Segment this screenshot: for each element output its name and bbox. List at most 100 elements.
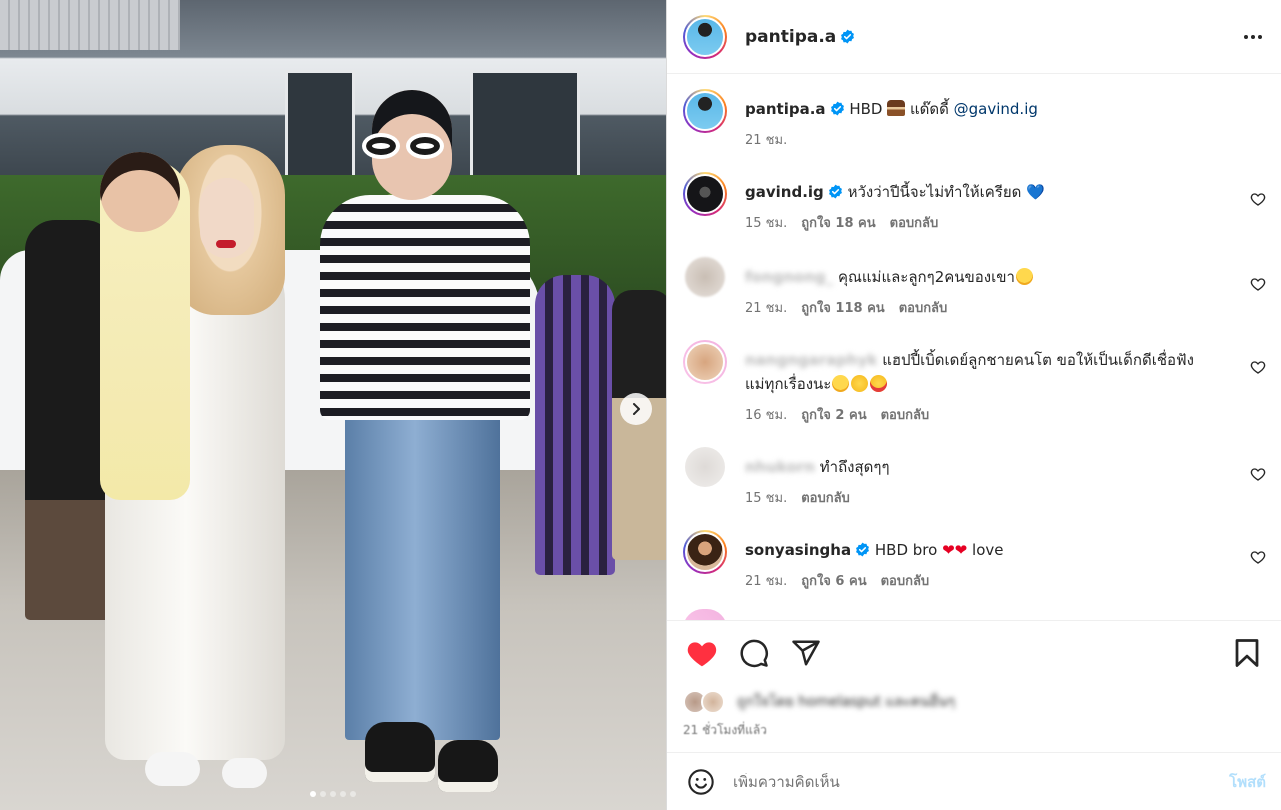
verified-badge-icon (856, 542, 870, 557)
save-button[interactable] (1228, 634, 1266, 672)
comment-text: คุณแม่และลูกๆ2คนของเขา (837, 268, 1015, 286)
comment-text: HBD bro (874, 541, 938, 559)
slipper (222, 758, 267, 788)
comment-item: fongnong_ คุณแม่และลูกๆ2คนของเขา 21 ชม. … (683, 257, 1266, 318)
caption: pantipa.a HBD แด๊ดดี้ @gavind.ig 21 ชม. (683, 89, 1266, 150)
comment-text: แฮปปี้เบิ้ดเดย์ลูกชายคนโต ขอให้เป็นเด็กด… (882, 351, 1194, 369)
liker-avatars (683, 690, 733, 714)
post-actions: ถูกใจโดย homelasput และคนอื่นๆ 21 ชั่วโม… (667, 620, 1281, 740)
laughing-emoji-icon (1015, 268, 1033, 285)
comment-username[interactable]: nhukorn (745, 458, 815, 476)
bg-window (470, 70, 580, 180)
likes-summary-text: ถูกใจโดย homelasput และคนอื่นๆ (737, 694, 955, 710)
heart-outline-icon[interactable] (1250, 276, 1266, 292)
more-options-button[interactable] (1241, 25, 1265, 49)
post-timestamp[interactable]: 21 ชั่วโมงที่แล้ว (683, 721, 1266, 740)
reply-button[interactable]: ตอบกลับ (801, 487, 850, 508)
author-avatar[interactable] (683, 14, 727, 59)
child-head (100, 152, 180, 232)
verified-badge-icon (830, 101, 844, 116)
comment-input[interactable] (733, 772, 1230, 791)
author-avatar[interactable] (683, 89, 727, 133)
comment-likes-count[interactable]: ถูกใจ 118 คน (801, 297, 884, 318)
caption-username[interactable]: pantipa.a (745, 100, 826, 118)
comment-time[interactable]: 15 ชม. (745, 212, 787, 233)
heart-eyes-emoji-icon (870, 375, 888, 392)
smiley-icon (688, 768, 714, 795)
carousel-dot (350, 791, 356, 797)
bookmark-icon (1235, 639, 1259, 667)
next-comment-avatar (683, 609, 727, 620)
chevron-right-icon (633, 403, 640, 415)
share-button[interactable] (787, 634, 825, 672)
post-comment-button[interactable]: โพสต์ (1229, 770, 1266, 794)
comment-username[interactable]: fongnong_ (745, 268, 833, 286)
add-comment-bar: โพสต์ (667, 752, 1281, 810)
heart-outline-icon[interactable] (1250, 466, 1266, 482)
comment-time[interactable]: 15 ชม. (745, 487, 787, 508)
carousel-dots (0, 791, 666, 797)
comment-username[interactable]: gavind.ig (745, 183, 824, 201)
laughing-emoji-icon (832, 375, 850, 392)
comment-button[interactable] (735, 634, 773, 672)
bg-window (285, 70, 355, 180)
carousel-next-button[interactable] (620, 393, 652, 425)
reply-button[interactable]: ตอบกลับ (899, 297, 948, 318)
woman-lips (216, 240, 236, 248)
caption-text: แด๊ดดี้ (905, 100, 954, 118)
bg-person (612, 290, 666, 560)
sneaker (365, 722, 435, 782)
caption-time[interactable]: 21 ชม. (745, 129, 787, 150)
comment-time[interactable]: 21 ชม. (745, 297, 787, 318)
comment-item: nhukorn ทำถึงสุดๆๆ 15 ชม. ตอบกลับ (683, 447, 1266, 508)
carousel-dot-active (310, 791, 316, 797)
man-striped-shirt (320, 195, 530, 420)
comment-item: nangngaraphyk แฮปปี้เบิ้ดเดย์ลูกชายคนโต … (683, 340, 1266, 425)
commenter-avatar[interactable] (685, 447, 725, 487)
comment-time[interactable]: 21 ชม. (745, 570, 787, 591)
cake-emoji-icon (887, 100, 906, 116)
commenter-avatar[interactable] (683, 530, 727, 574)
heart-outline-icon[interactable] (1250, 549, 1266, 565)
comment-username[interactable]: sonyasingha (745, 541, 851, 559)
like-button[interactable] (683, 634, 721, 672)
post-header: pantipa.a (667, 0, 1281, 74)
reply-button[interactable]: ตอบกลับ (881, 570, 930, 591)
reply-button[interactable]: ตอบกลับ (881, 404, 930, 425)
comment-likes-count[interactable]: ถูกใจ 6 คน (801, 570, 866, 591)
comment-item: gavind.ig หวังว่าปีนี้จะไม่ทำให้เครียด 💙… (683, 172, 1266, 233)
carousel-dot (340, 791, 346, 797)
red-heart-emoji-icon: ❤❤ (942, 541, 968, 559)
carousel-dot (320, 791, 326, 797)
sneaker (438, 740, 498, 792)
comment-item: sonyasingha HBD bro ❤❤ love 21 ชม. ถูกใจ… (683, 530, 1266, 591)
caption-text: HBD (849, 100, 888, 118)
caption-mention[interactable]: @gavind.ig (954, 100, 1038, 118)
heart-outline-icon[interactable] (1250, 191, 1266, 207)
comments-list[interactable]: pantipa.a HBD แด๊ดดี้ @gavind.ig 21 ชม. … (667, 75, 1281, 620)
author-username[interactable]: pantipa.a (745, 27, 836, 47)
bg-person (535, 275, 615, 575)
comment-username[interactable]: nangngaraphyk (745, 351, 877, 369)
reply-button[interactable]: ตอบกลับ (890, 212, 939, 233)
commenter-avatar[interactable] (683, 340, 727, 384)
commenter-avatar[interactable] (685, 257, 725, 297)
comment-likes-count[interactable]: ถูกใจ 2 คน (801, 404, 866, 425)
commenter-avatar[interactable] (683, 172, 727, 216)
slipper (145, 752, 200, 786)
ellipsis-icon (1244, 34, 1262, 39)
blue-heart-emoji: 💙 (1026, 183, 1045, 201)
paper-plane-icon (792, 640, 820, 666)
bg-roof (0, 0, 180, 50)
comment-text: ทำถึงสุดๆๆ (819, 458, 890, 476)
smiling-emoji-icon (851, 375, 869, 392)
heart-filled-icon (687, 642, 717, 667)
comment-likes-count[interactable]: ถูกใจ 18 คน (801, 212, 875, 233)
comment-time[interactable]: 16 ชม. (745, 404, 787, 425)
post-media-photo[interactable] (0, 0, 666, 810)
instagram-post: pantipa.a pantipa.a HBD แด๊ดดี้ @gavind.… (0, 0, 1281, 810)
heart-outline-icon[interactable] (1250, 359, 1266, 375)
likes-summary[interactable]: ถูกใจโดย homelasput และคนอื่นๆ (683, 687, 1266, 717)
emoji-picker-button[interactable] (683, 764, 719, 800)
comment-text: หวังว่าปีนี้จะไม่ทำให้เครียด (847, 183, 1022, 201)
